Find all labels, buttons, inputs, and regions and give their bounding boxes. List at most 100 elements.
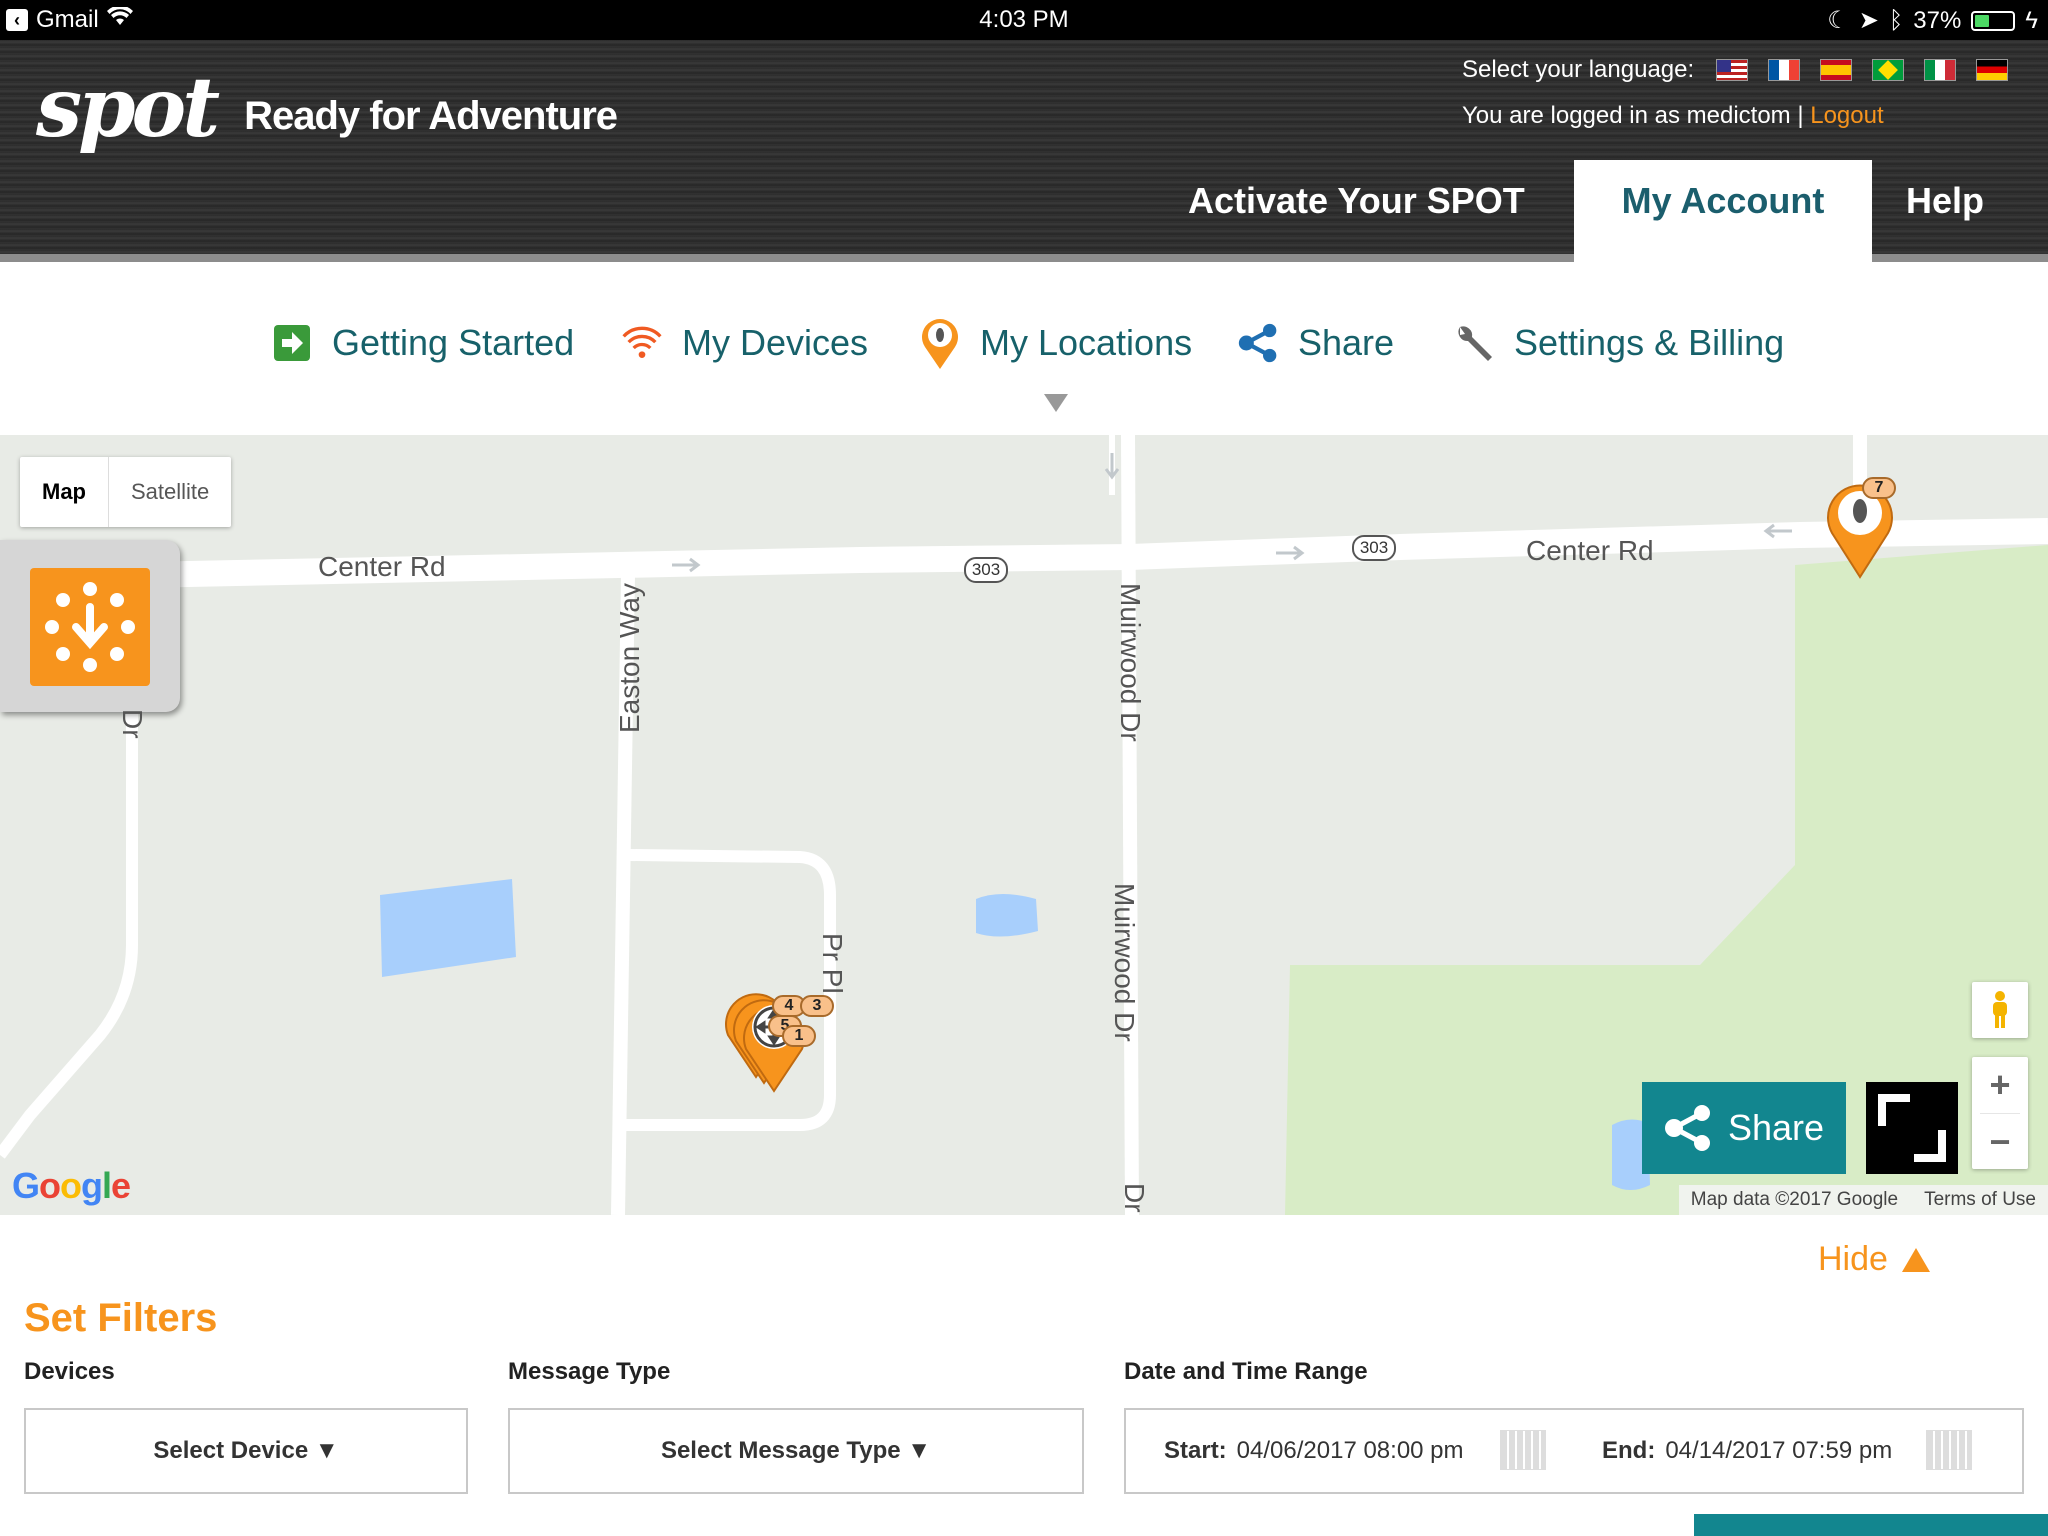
triangle-up-icon [1901,1247,1930,1272]
logo-wordmark: spot [36,60,220,156]
logo-tagline: Ready for Adventure [244,93,618,138]
fullscreen-icon [1878,1094,1946,1162]
end-calendar-icon[interactable] [1926,1430,1972,1470]
map-type-control: Map Satellite [20,457,232,527]
zoom-in-button[interactable]: + [1972,1057,2028,1113]
flag-fr-icon[interactable] [1768,59,1801,81]
share-icon [1238,323,1278,363]
map-view[interactable]: Map Satellite Center Rd Center Rd Easton… [0,435,2048,1215]
marker-count-badge: 7 [1862,477,1896,499]
subnav-my-devices[interactable]: My Devices [622,322,868,364]
battery-icon [1971,10,2016,31]
message-type-label: Message Type [508,1358,671,1385]
flag-es-icon[interactable] [1820,59,1853,81]
zoom-control: + − [1972,1057,2028,1169]
refresh-download-icon [45,582,135,672]
page: ‹ Gmail 4:03 PM ☾ ➤ ᛒ 37% ϟ spot Ready f… [0,0,2048,1536]
spot-logo[interactable]: spot Ready for Adventure [36,60,618,156]
road-label-easton-way: Easton Way [614,583,645,733]
fullscreen-button[interactable] [1866,1082,1958,1174]
end-date-field[interactable]: End: 04/14/2017 07:59 pm [1602,1410,1892,1492]
flag-de-icon[interactable] [1976,59,2009,81]
wifi-icon [106,5,133,34]
login-status: You are logged in as medictom | Logout [1462,102,1884,130]
back-chevron-icon: ‹ [6,9,28,31]
account-subnav: Getting Started My Devices My Locations … [0,270,2048,435]
active-subnav-caret [1044,394,1068,412]
road-label-center-rd: Center Rd [1526,535,1654,566]
wrench-icon [1454,323,1494,363]
device-select[interactable]: Select Device ▼ [24,1408,468,1494]
street-view-pegman-button[interactable] [1972,982,2028,1038]
map-data-credit: Map data ©2017 Google [1690,1189,1899,1210]
apply-filters-button[interactable] [1694,1514,2048,1536]
tab-my-account[interactable]: My Account [1574,160,1872,262]
map-type-map-button[interactable]: Map [20,457,109,527]
share-icon [1664,1105,1710,1151]
arrow-right-box-icon [272,323,312,363]
map-attribution: Map data ©2017 Google Terms of Use [1678,1185,2048,1215]
date-range-box: Start: 04/06/2017 08:00 pm End: 04/14/20… [1124,1408,2024,1494]
clock: 4:03 PM [979,6,1069,33]
terms-of-use-link[interactable]: Terms of Use [1924,1189,2036,1211]
battery-percent: 37% [1913,6,1962,34]
route-303-shield: 303 [964,557,1008,583]
location-marker[interactable]: 7 [1822,477,1898,586]
subnav-getting-started[interactable]: Getting Started [272,322,574,364]
back-app-name: Gmail [36,6,99,33]
moon-icon: ☾ [1827,7,1849,34]
subnav-my-locations[interactable]: My Locations [920,319,1193,369]
signal-waves-icon [622,323,662,363]
subnav-settings-billing[interactable]: Settings & Billing [1454,322,1784,364]
flag-us-icon[interactable] [1716,59,1749,81]
road-label-center-rd: Center Rd [318,551,446,582]
logout-link[interactable]: Logout [1810,102,1883,129]
subnav-label: Settings & Billing [1514,322,1785,363]
devices-label: Devices [24,1358,115,1385]
hide-map-toggle[interactable]: Hide [1818,1240,1930,1279]
message-type-select[interactable]: Select Message Type ▼ [508,1408,1084,1494]
marker-count-badge: 3 [800,995,834,1017]
location-pin-icon [920,319,960,369]
location-arrow-icon: ➤ [1858,7,1879,34]
road-label-dr: Dr [117,709,148,739]
road-label-muirwood-dr: Muirwood Dr [1115,583,1146,742]
charging-icon: ϟ [2025,6,2038,34]
road-label-dr: Dr [1119,1183,1150,1213]
route-303-shield: 303 [1352,535,1396,561]
start-calendar-icon[interactable] [1500,1430,1546,1470]
refresh-locations-button[interactable] [30,568,150,686]
back-to-app[interactable]: ‹ Gmail [6,5,133,34]
hide-label: Hide [1818,1240,1888,1278]
top-nav: Activate Your SPOT My Account Help [0,160,2048,262]
location-marker-cluster[interactable]: 4 3 5 1 [720,965,840,1100]
subnav-label: My Locations [980,322,1193,363]
map-type-satellite-button[interactable]: Satellite [109,457,231,527]
subnav-label: Getting Started [332,322,575,363]
google-logo: Google [12,1165,131,1206]
end-label: End: [1602,1437,1656,1464]
flag-br-icon[interactable] [1872,59,1905,81]
pegman-icon [1993,991,2007,1028]
share-map-button[interactable]: Share [1642,1082,1846,1174]
end-value: 04/14/2017 07:59 pm [1665,1437,1893,1464]
refresh-panel [0,540,180,712]
language-label: Select your language: [1462,56,1695,83]
language-selector: Select your language: [1462,56,2009,84]
start-value: 04/06/2017 08:00 pm [1236,1437,1464,1464]
bluetooth-icon: ᛒ [1888,6,1904,34]
status-bar: ‹ Gmail 4:03 PM ☾ ➤ ᛒ 37% ϟ [0,0,2048,40]
subnav-label: Share [1298,322,1395,363]
subnav-label: My Devices [682,322,869,363]
marker-count-badge: 1 [782,1025,816,1047]
flag-it-icon[interactable] [1924,59,1957,81]
start-label: Start: [1164,1437,1227,1464]
start-date-field[interactable]: Start: 04/06/2017 08:00 pm [1164,1410,1464,1492]
logged-in-text: You are logged in as medictom | [1462,102,1804,129]
zoom-out-button[interactable]: − [1972,1114,2028,1170]
tab-help[interactable]: Help [1906,160,1984,262]
site-header: spot Ready for Adventure Select your lan… [0,40,2048,262]
date-range-label: Date and Time Range [1124,1358,1368,1385]
tab-activate-spot[interactable]: Activate Your SPOT [1188,160,1525,262]
subnav-share[interactable]: Share [1238,322,1394,364]
